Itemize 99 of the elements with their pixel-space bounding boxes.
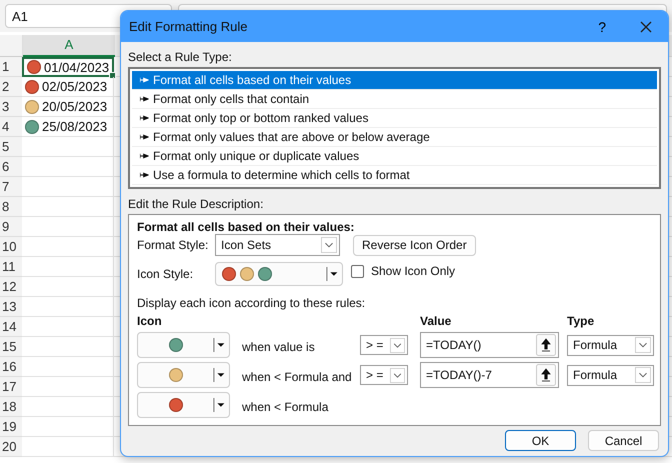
row-header[interactable]: 6 bbox=[0, 157, 22, 177]
row-header[interactable]: 5 bbox=[0, 137, 22, 157]
operator-select[interactable]: > = bbox=[360, 335, 408, 355]
field-label: Format Style: bbox=[137, 238, 210, 252]
value-field[interactable]: =TODAY() bbox=[420, 332, 559, 358]
table-cell[interactable] bbox=[22, 417, 114, 437]
date-value: 01/04/2023 bbox=[44, 60, 110, 74]
row-header[interactable]: 16 bbox=[0, 357, 22, 377]
table-cell[interactable] bbox=[22, 397, 114, 417]
column-heading: Value bbox=[420, 314, 452, 328]
chevron-icon bbox=[390, 338, 405, 352]
table-cell[interactable] bbox=[22, 277, 114, 297]
collapse-icon[interactable] bbox=[536, 364, 556, 386]
row-header[interactable]: 14 bbox=[0, 317, 22, 337]
help-button[interactable]: ? bbox=[594, 18, 610, 34]
field-label: Icon Style: bbox=[137, 267, 194, 281]
table-cell[interactable] bbox=[22, 377, 114, 397]
instruction-text: Display each icon according to these rules: bbox=[137, 296, 366, 310]
chevron-icon bbox=[321, 237, 337, 253]
row-header[interactable]: 10 bbox=[0, 237, 22, 257]
row-header[interactable]: 8 bbox=[0, 197, 22, 217]
column-heading: Icon bbox=[137, 314, 163, 328]
chevron-icon bbox=[635, 367, 651, 383]
table-cell[interactable] bbox=[22, 217, 114, 237]
section-label: Select a Rule Type: bbox=[128, 50, 233, 64]
icon-style-picker[interactable] bbox=[215, 262, 343, 286]
table-cell[interactable] bbox=[22, 437, 114, 457]
row-header[interactable]: 4 bbox=[0, 117, 22, 137]
table-cell[interactable] bbox=[22, 237, 114, 257]
arrow-icon bbox=[140, 153, 149, 159]
operator-select[interactable]: > = bbox=[360, 365, 408, 385]
row-header[interactable]: 18 bbox=[0, 397, 22, 417]
column-header[interactable]: A bbox=[23, 35, 115, 57]
reverse-icon-order-button[interactable]: Reverse Icon Order bbox=[353, 234, 476, 256]
rule-type-item[interactable]: Format only cells that contain bbox=[132, 90, 657, 109]
table-cell[interactable] bbox=[22, 157, 114, 177]
rule-type-item[interactable]: Format only unique or duplicate values bbox=[132, 147, 657, 166]
date-value: 25/08/2023 bbox=[42, 119, 108, 134]
icon-picker[interactable] bbox=[137, 392, 230, 418]
ok-button[interactable]: OK bbox=[505, 430, 576, 451]
checkbox[interactable] bbox=[351, 264, 364, 278]
column-heading: Type bbox=[567, 314, 596, 328]
table-cell[interactable] bbox=[22, 297, 114, 317]
rule-type-item[interactable]: Format only top or bottom ranked values bbox=[132, 109, 657, 128]
arrow-icon bbox=[140, 134, 149, 140]
section-label: Edit the Rule Description: bbox=[128, 197, 264, 211]
arrow-icon bbox=[140, 77, 149, 83]
row-header[interactable]: 15 bbox=[0, 337, 22, 357]
table-cell[interactable]: 01/04/2023 bbox=[22, 57, 114, 77]
row-header[interactable]: 13 bbox=[0, 297, 22, 317]
chevron-icon bbox=[635, 337, 651, 353]
type-select[interactable]: Formula bbox=[567, 364, 654, 386]
row-header[interactable]: 17 bbox=[0, 377, 22, 397]
condition-text: when value is bbox=[241, 340, 316, 354]
fill-handle[interactable] bbox=[109, 72, 116, 79]
table-cell[interactable]: 20/05/2023 bbox=[22, 97, 114, 117]
rule-type-item[interactable]: Format all cells based on their values bbox=[132, 71, 657, 90]
description-heading: Format all cells based on their values: bbox=[137, 220, 356, 234]
dropdown-icon bbox=[326, 265, 340, 283]
table-cell[interactable]: 25/08/2023 bbox=[22, 117, 114, 137]
row-header[interactable]: 12 bbox=[0, 277, 22, 297]
row-header[interactable]: 1 bbox=[0, 57, 22, 77]
collapse-icon[interactable] bbox=[536, 334, 556, 356]
table-cell[interactable] bbox=[22, 137, 114, 157]
value-field[interactable]: =TODAY()-7 bbox=[420, 362, 559, 388]
date-value: 20/05/2023 bbox=[42, 99, 108, 114]
dropdown-icon bbox=[213, 396, 227, 414]
table-cell[interactable] bbox=[22, 317, 114, 337]
row-header[interactable]: 20 bbox=[0, 437, 22, 457]
row-header[interactable]: 11 bbox=[0, 257, 22, 277]
row-header[interactable]: 9 bbox=[0, 217, 22, 237]
table-cell[interactable] bbox=[22, 177, 114, 197]
rule-type-item[interactable]: Use a formula to determine which cells to format bbox=[132, 166, 657, 185]
row-header[interactable]: 7 bbox=[0, 177, 22, 197]
chevron-icon bbox=[390, 368, 405, 382]
table-cell[interactable] bbox=[22, 197, 114, 217]
format-style-select[interactable]: Icon Sets bbox=[215, 234, 340, 256]
row-header[interactable]: 19 bbox=[0, 417, 22, 437]
date-value: 02/05/2023 bbox=[42, 79, 108, 94]
arrow-icon bbox=[140, 115, 149, 121]
arrow-icon bbox=[140, 96, 149, 102]
dropdown-icon bbox=[213, 336, 227, 354]
type-select[interactable]: Formula bbox=[567, 334, 654, 356]
close-icon[interactable] bbox=[640, 20, 652, 32]
table-cell[interactable] bbox=[22, 357, 114, 377]
table-cell[interactable] bbox=[22, 337, 114, 357]
rule-type-item[interactable]: Format only values that are above or below average bbox=[132, 128, 657, 147]
cancel-button[interactable]: Cancel bbox=[588, 430, 659, 451]
table-cell[interactable] bbox=[22, 257, 114, 277]
condition-text: when < Formula and bbox=[241, 370, 353, 384]
dropdown-icon bbox=[213, 366, 227, 384]
row-header[interactable]: 3 bbox=[0, 97, 22, 117]
checkbox-label: Show Icon Only bbox=[371, 264, 456, 278]
table-cell[interactable]: 02/05/2023 bbox=[22, 77, 114, 97]
arrow-icon bbox=[140, 172, 149, 178]
icon-picker[interactable] bbox=[137, 362, 230, 388]
icon-picker[interactable] bbox=[137, 332, 230, 358]
condition-text: when < Formula bbox=[241, 400, 330, 414]
row-header[interactable]: 2 bbox=[0, 77, 22, 97]
